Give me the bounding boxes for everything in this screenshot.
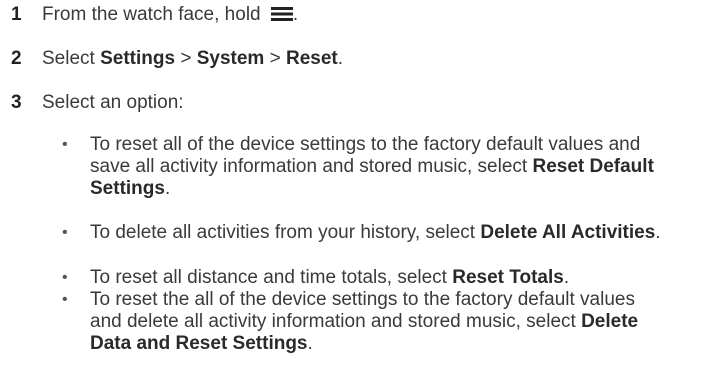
bullet-icon: • — [62, 136, 68, 153]
step-text: From the watch face, hold . — [42, 4, 298, 26]
option-description: To reset all distance and time totals, s… — [90, 267, 453, 288]
instructions-document: 1 From the watch face, hold . 2 Select S… — [0, 0, 711, 375]
step-2-suffix: . — [337, 48, 343, 69]
option-period: . — [307, 333, 313, 354]
option-text: To reset all of the device settings to t… — [90, 134, 670, 200]
step-text: Select Settings > System > Reset. — [42, 48, 343, 70]
bullet-icon: • — [62, 224, 68, 241]
path-separator: > — [175, 48, 197, 69]
menu-path-reset: Reset — [285, 48, 338, 69]
option-text: To reset all distance and time totals, s… — [90, 267, 670, 289]
menu-path-settings: Settings — [100, 48, 176, 69]
option-description: To delete all activities from your histo… — [90, 222, 481, 243]
option-label: Delete All Activities — [480, 222, 656, 243]
option-description: To reset the all of the device settings … — [90, 289, 635, 332]
step-number: 3 — [11, 92, 22, 113]
option-text: To reset the all of the device settings … — [90, 289, 670, 355]
bullet-icon: • — [62, 291, 68, 308]
step-2-prefix: Select — [42, 48, 101, 69]
menu-icon — [270, 7, 293, 21]
step-text: Select an option: — [42, 92, 184, 113]
menu-path-system: System — [196, 48, 265, 69]
option-period: . — [655, 222, 661, 243]
option-period: . — [563, 267, 570, 288]
option-text: To delete all activities from your histo… — [90, 222, 670, 244]
option-period: . — [164, 178, 171, 199]
bullet-icon: • — [62, 269, 68, 286]
step-number: 1 — [11, 4, 22, 25]
path-separator: > — [264, 48, 286, 69]
step-1-text: From the watch face, hold — [42, 4, 266, 25]
step-1-period: . — [292, 4, 299, 25]
option-label: Reset Totals — [452, 267, 564, 288]
step-number: 2 — [11, 48, 22, 69]
